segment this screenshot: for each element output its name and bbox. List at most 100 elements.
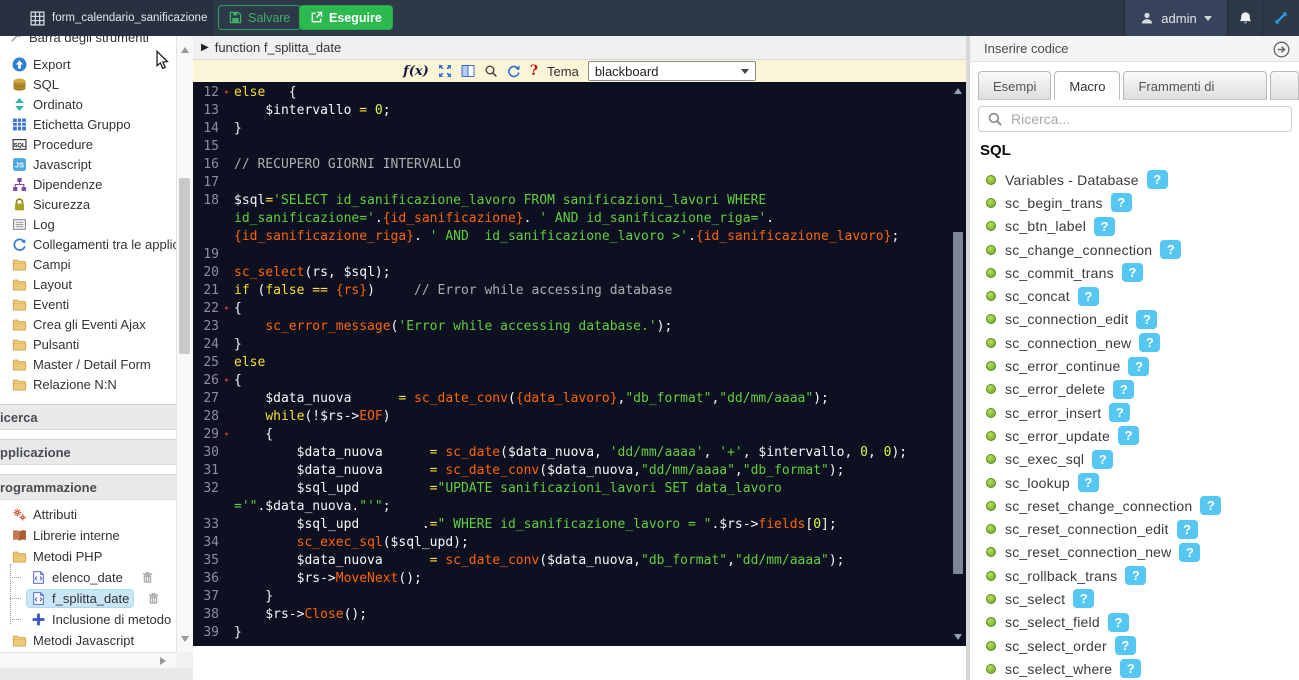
sidebar-item-eventi[interactable]: Eventi xyxy=(0,294,176,314)
sidebar-item-metodi-php[interactable]: Metodi PHP xyxy=(0,546,176,567)
macro-item-label[interactable]: sc_begin_trans xyxy=(1005,195,1103,211)
code-vertical-scrollbar[interactable] xyxy=(952,84,964,644)
macro-item-label[interactable]: sc_reset_change_connection xyxy=(1005,498,1192,514)
macro-item-sc_connection_edit[interactable]: sc_connection_edit? xyxy=(970,308,1299,331)
help-badge[interactable]: ? xyxy=(1078,287,1099,306)
sidebar-item-pulsanti[interactable]: Pulsanti xyxy=(0,334,176,354)
macro-item-sc_rollback_trans[interactable]: sc_rollback_trans? xyxy=(970,564,1299,587)
macro-item-sc_select_order[interactable]: sc_select_order? xyxy=(970,634,1299,657)
user-menu[interactable]: admin xyxy=(1125,0,1227,36)
help-badge[interactable]: ? xyxy=(1078,473,1099,492)
help-badge[interactable]: ? xyxy=(1108,613,1129,632)
fold-marker-icon[interactable]: ▾ xyxy=(219,426,234,444)
macro-item-sc_reset_connection_edit[interactable]: sc_reset_connection_edit? xyxy=(970,517,1299,540)
delete-icon[interactable] xyxy=(147,592,160,605)
macro-item-label[interactable]: sc_reset_connection_new xyxy=(1005,544,1171,560)
section-programmazione[interactable]: rogrammazione xyxy=(0,474,176,500)
sidebar-item-sql[interactable]: SQL xyxy=(0,74,176,94)
help-badge[interactable]: ? xyxy=(1111,193,1132,212)
sidebar-item-campi[interactable]: Campi xyxy=(0,254,176,274)
search-input[interactable] xyxy=(1009,110,1291,128)
macro-item-sc_btn_label[interactable]: sc_btn_label? xyxy=(970,215,1299,238)
macro-item-label[interactable]: sc_exec_sql xyxy=(1005,451,1084,467)
help-badge[interactable]: ? xyxy=(1147,170,1168,189)
fullscreen-toggle[interactable] xyxy=(1263,0,1299,36)
macro-item-label[interactable]: sc_select_field xyxy=(1005,614,1100,630)
fx-icon[interactable]: f(x) xyxy=(403,64,429,79)
macro-item-label[interactable]: sc_select_where xyxy=(1005,661,1112,677)
help-badge[interactable]: ? xyxy=(1125,566,1146,585)
help-badge[interactable]: ? xyxy=(1136,310,1157,329)
sidebar-item-attributi[interactable]: Attributi xyxy=(0,504,176,525)
macro-item-label[interactable]: sc_select_order xyxy=(1005,638,1107,654)
sidebar-vertical-scrollbar[interactable] xyxy=(176,36,193,652)
macro-item-sc_select_where[interactable]: sc_select_where? xyxy=(970,657,1299,680)
help-icon[interactable]: ? xyxy=(530,63,538,79)
help-badge[interactable]: ? xyxy=(1200,496,1221,515)
collapse-arrow-icon[interactable] xyxy=(1273,41,1290,58)
macro-item-label[interactable]: sc_error_continue xyxy=(1005,358,1120,374)
theme-select[interactable]: blackboard xyxy=(588,61,756,81)
macro-item-sc_error_delete[interactable]: sc_error_delete? xyxy=(970,378,1299,401)
macro-item-sc_concat[interactable]: sc_concat? xyxy=(970,284,1299,307)
search-icon[interactable] xyxy=(484,64,498,78)
sidebar-item-crea-gli-eventi-ajax[interactable]: Crea gli Eventi Ajax xyxy=(0,314,176,334)
sidebar-item-etichetta-gruppo[interactable]: Etichetta Gruppo xyxy=(0,114,176,134)
scroll-right-arrow[interactable] xyxy=(160,657,170,665)
macro-item-label[interactable]: sc_lookup xyxy=(1005,475,1070,491)
help-badge[interactable]: ? xyxy=(1160,240,1181,259)
help-badge[interactable]: ? xyxy=(1139,333,1160,352)
fold-marker-icon[interactable]: ▾ xyxy=(219,372,234,390)
scrollbar-thumb[interactable] xyxy=(179,178,190,354)
macro-item-label[interactable]: sc_error_insert xyxy=(1005,405,1101,421)
macro-item-sc_error_insert[interactable]: sc_error_insert? xyxy=(970,401,1299,424)
scroll-down-arrow[interactable] xyxy=(954,634,962,644)
macro-item-sc_select_field[interactable]: sc_select_field? xyxy=(970,611,1299,634)
macro-item-sc_change_connection[interactable]: sc_change_connection? xyxy=(970,238,1299,261)
fold-marker-icon[interactable]: ▾ xyxy=(219,84,234,102)
help-badge[interactable]: ? xyxy=(1115,636,1136,655)
sidebar-item-dipendenze[interactable]: Dipendenze xyxy=(0,174,176,194)
scrollbar-thumb[interactable] xyxy=(953,232,963,574)
macro-item-label[interactable]: sc_error_update xyxy=(1005,428,1110,444)
macro-item-label[interactable]: sc_connection_edit xyxy=(1005,311,1128,327)
section-ricerca[interactable]: icerca xyxy=(0,404,176,430)
sidebar-item-sicurezza[interactable]: Sicurezza xyxy=(0,194,176,214)
app-tab[interactable]: form_calendario_sanificazione xyxy=(0,0,213,36)
macro-item-label[interactable]: sc_error_delete xyxy=(1005,381,1105,397)
macro-item-sc_select[interactable]: sc_select? xyxy=(970,587,1299,610)
fullscreen-icon[interactable] xyxy=(438,64,452,78)
sidebar-item-log[interactable]: Log xyxy=(0,214,176,234)
macro-item-sc_commit_trans[interactable]: sc_commit_trans? xyxy=(970,261,1299,284)
scroll-up-arrow[interactable] xyxy=(181,43,189,53)
tab-macro[interactable]: Macro xyxy=(1054,71,1120,100)
macro-item-sc_begin_trans[interactable]: sc_begin_trans? xyxy=(970,191,1299,214)
section-applicazione[interactable]: pplicazione xyxy=(0,439,176,465)
sidebar-item-metodi-javascript[interactable]: Metodi Javascript xyxy=(0,630,176,651)
scroll-down-arrow[interactable] xyxy=(181,636,189,646)
macro-item-label[interactable]: sc_btn_label xyxy=(1005,218,1086,234)
save-button[interactable]: Salvare xyxy=(218,5,301,30)
help-badge[interactable]: ? xyxy=(1179,543,1200,562)
macro-item-sc_exec_sql[interactable]: sc_exec_sql? xyxy=(970,448,1299,471)
sidebar-item-export[interactable]: Export xyxy=(0,54,176,74)
help-badge[interactable]: ? xyxy=(1109,403,1130,422)
columns-icon[interactable] xyxy=(461,64,475,78)
sidebar-item-elenco_date[interactable]: elenco_date xyxy=(0,567,176,588)
sidebar-item-librerie-interne[interactable]: Librerie interne xyxy=(0,525,176,546)
macro-item-sc_connection_new[interactable]: sc_connection_new? xyxy=(970,331,1299,354)
macro-item-sc_reset_connection_new[interactable]: sc_reset_connection_new? xyxy=(970,541,1299,564)
tab-esempi[interactable]: Esempi xyxy=(978,71,1051,100)
sidebar-item-ordinato[interactable]: Ordinato xyxy=(0,94,176,114)
fold-marker-icon[interactable]: ▾ xyxy=(219,300,234,318)
macro-item-label[interactable]: sc_commit_trans xyxy=(1005,265,1114,281)
refresh-icon[interactable] xyxy=(507,64,521,78)
macro-item-label[interactable]: sc_select xyxy=(1005,591,1065,607)
sidebar-item-f_splitta_date[interactable]: f_splitta_date xyxy=(0,588,176,609)
macro-item-sc_lookup[interactable]: sc_lookup? xyxy=(970,471,1299,494)
help-badge[interactable]: ? xyxy=(1092,450,1113,469)
code-editor[interactable]: 12▾else {13 $intervallo = 0;14}1516// RE… xyxy=(193,82,966,646)
help-badge[interactable]: ? xyxy=(1073,589,1094,608)
sidebar-item-inclusione-di-metodo[interactable]: Inclusione di metodo xyxy=(0,609,176,630)
sidebar-item-master-detail-form[interactable]: Master / Detail Form xyxy=(0,354,176,374)
